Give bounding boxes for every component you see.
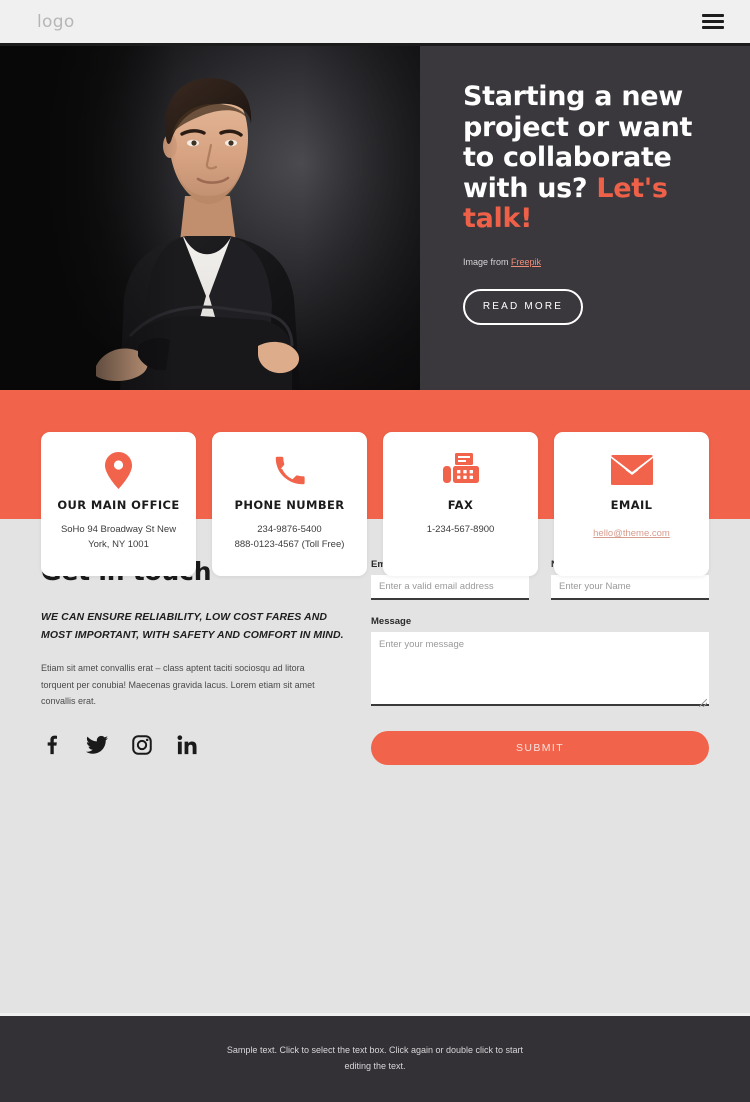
linkedin-icon[interactable] bbox=[176, 734, 198, 756]
phone-icon bbox=[273, 450, 306, 490]
contact-card-email[interactable]: EMAIL hello@theme.com bbox=[554, 432, 709, 576]
facebook-icon[interactable] bbox=[41, 734, 63, 756]
message-field-group: Message bbox=[371, 616, 709, 711]
contact-card-title: PHONE NUMBER bbox=[234, 498, 345, 512]
message-label: Message bbox=[371, 616, 412, 627]
hero-title-line-3: to collaborate bbox=[463, 142, 672, 173]
contact-card-lines: hello@theme.com bbox=[593, 523, 670, 541]
hero-section: Starting a new project or want to collab… bbox=[0, 46, 750, 390]
hero-photo bbox=[0, 46, 420, 390]
get-in-touch-subheading: WE CAN ENSURE RELIABILITY, LOW COST FARE… bbox=[41, 611, 344, 642]
contact-card-phone[interactable]: PHONE NUMBER 234-9876-5400 888-0123-4567… bbox=[212, 432, 367, 576]
hamburger-bar bbox=[702, 20, 724, 23]
hero-content: Starting a new project or want to collab… bbox=[420, 46, 750, 390]
contact-card-line-2: York, NY 1001 bbox=[88, 538, 149, 550]
get-in-touch-paragraph: Etiam sit amet convallis erat – class ap… bbox=[41, 663, 315, 707]
site-header: logo bbox=[0, 0, 750, 46]
hero-title-accent-1: Let's bbox=[596, 172, 668, 204]
image-credit-link[interactable]: Freepik bbox=[511, 257, 541, 267]
section-spacer bbox=[0, 869, 750, 1013]
contact-card-title: FAX bbox=[447, 498, 474, 512]
hero-title: Starting a new project or want to collab… bbox=[463, 81, 713, 235]
contact-form: Email Name Message SUBMIT bbox=[371, 557, 709, 869]
message-textarea[interactable] bbox=[371, 632, 709, 706]
site-footer: Sample text. Click to select the text bo… bbox=[0, 1013, 750, 1102]
hero-title-line-2: project or want bbox=[463, 111, 693, 143]
social-links bbox=[41, 734, 347, 756]
email-link[interactable]: hello@theme.com bbox=[593, 528, 670, 539]
footer-text[interactable]: Sample text. Click to select the text bo… bbox=[225, 1043, 525, 1075]
map-pin-icon bbox=[105, 450, 132, 490]
contact-card-title: OUR MAIN OFFICE bbox=[57, 498, 180, 512]
contact-card-line-1: 1-234-567-8900 bbox=[426, 524, 495, 535]
envelope-icon bbox=[610, 450, 653, 490]
hamburger-menu-icon[interactable] bbox=[702, 14, 724, 29]
site-logo[interactable]: logo bbox=[37, 12, 75, 32]
contact-cards-section: OUR MAIN OFFICE SoHo 94 Broadway St New … bbox=[0, 390, 750, 576]
instagram-icon[interactable] bbox=[131, 734, 153, 756]
hamburger-bar bbox=[702, 14, 724, 17]
contact-card-title: EMAIL bbox=[610, 498, 653, 512]
submit-button[interactable]: SUBMIT bbox=[371, 731, 709, 765]
contact-cards: OUR MAIN OFFICE SoHo 94 Broadway St New … bbox=[41, 432, 709, 576]
contact-card-line-1: SoHo 94 Broadway St New bbox=[60, 524, 177, 535]
contact-card-lines: 1-234-567-8900 bbox=[427, 523, 495, 538]
email-input[interactable] bbox=[371, 575, 529, 600]
contact-card-line-2: 888-0123-4567 (Toll Free) bbox=[234, 538, 345, 550]
message-wrapper bbox=[371, 632, 709, 711]
contact-card-lines: 234-9876-5400 888-0123-4567 (Toll Free) bbox=[235, 523, 345, 552]
contact-card-lines: SoHo 94 Broadway St New York, NY 1001 bbox=[61, 523, 176, 552]
image-credit-prefix: Image from bbox=[463, 256, 512, 267]
contact-card-line-1: 234-9876-5400 bbox=[257, 524, 322, 535]
read-more-button[interactable]: READ MORE bbox=[463, 288, 583, 325]
fax-icon bbox=[442, 450, 479, 490]
hero-title-accent-2: talk! bbox=[463, 203, 533, 234]
photo-vignette bbox=[0, 46, 420, 390]
contact-card-fax[interactable]: FAX 1-234-567-8900 bbox=[383, 432, 538, 576]
contact-card-office[interactable]: OUR MAIN OFFICE SoHo 94 Broadway St New … bbox=[41, 432, 196, 576]
hamburger-bar bbox=[702, 26, 724, 29]
hero-title-line-1: Starting a new bbox=[463, 81, 683, 112]
hero-title-line-4: with us? bbox=[463, 172, 597, 204]
image-credit: Image from Freepik bbox=[463, 257, 750, 267]
name-input[interactable] bbox=[551, 575, 709, 600]
twitter-icon[interactable] bbox=[86, 734, 108, 756]
get-in-touch-left: Get in touch WE CAN ENSURE RELIABILITY, … bbox=[41, 557, 347, 869]
